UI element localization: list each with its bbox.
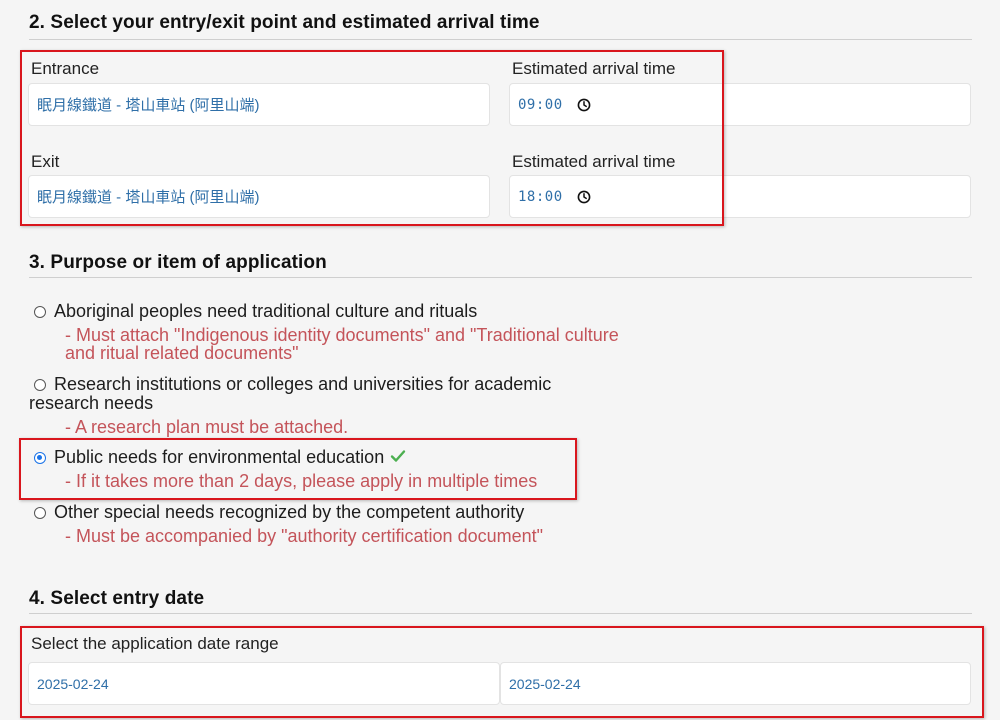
purpose-option-label: Other special needs recognized by the co… — [54, 502, 525, 522]
section-4-divider — [29, 613, 972, 614]
entrance-select[interactable]: 眠月線鐵道 - 塔山車站 (阿里山端) — [28, 83, 490, 126]
section-2-divider — [29, 39, 972, 40]
radio-button[interactable] — [34, 306, 46, 318]
exit-label: Exit — [31, 152, 60, 171]
exit-time-value: 18:00 — [518, 188, 563, 205]
clock-icon[interactable] — [577, 190, 591, 204]
start-date-input[interactable]: 2025-02-24 — [28, 662, 500, 705]
purpose-option-aboriginal[interactable]: Aboriginal peoples need traditional cult… — [29, 302, 629, 362]
purpose-option-note: - If it takes more than 2 days, please a… — [65, 471, 538, 491]
purpose-option-note: - Must be accompanied by "authority cert… — [65, 526, 544, 546]
purpose-option-label: Public needs for environmental education — [54, 447, 385, 467]
clock-icon[interactable] — [577, 98, 591, 112]
end-date-input[interactable]: 2025-02-24 — [500, 662, 971, 705]
exit-time-label: Estimated arrival time — [512, 152, 676, 171]
radio-button[interactable] — [34, 507, 46, 519]
entrance-label: Entrance — [31, 59, 100, 78]
radio-button[interactable] — [34, 379, 46, 391]
entrance-time-label: Estimated arrival time — [512, 59, 676, 78]
radio-button-selected[interactable] — [34, 452, 46, 464]
section-3-title: 3. Purpose or item of application — [29, 252, 327, 273]
section-4-title: 4. Select entry date — [29, 588, 205, 609]
entrance-value: 眠月線鐵道 - 塔山車站 (阿里山端) — [37, 97, 260, 114]
exit-value: 眠月線鐵道 - 塔山車站 (阿里山端) — [37, 189, 260, 206]
purpose-option-note: - A research plan must be attached. — [65, 417, 349, 437]
purpose-option-research[interactable]: Research institutions or colleges and un… — [29, 374, 609, 437]
exit-select[interactable]: 眠月線鐵道 - 塔山車站 (阿里山端) — [28, 175, 490, 218]
section-3-divider — [29, 277, 972, 278]
exit-time-input[interactable]: 18:00 — [509, 175, 971, 218]
application-form: 2. Select your entry/exit point and esti… — [0, 0, 1000, 720]
entrance-time-input[interactable]: 09:00 — [509, 83, 971, 126]
purpose-option-label: Aboriginal peoples need traditional cult… — [54, 301, 478, 321]
entrance-time-value: 09:00 — [518, 96, 563, 113]
section-2-title: 2. Select your entry/exit point and esti… — [29, 12, 540, 33]
start-date-value: 2025-02-24 — [37, 675, 109, 692]
purpose-option-other[interactable]: Other special needs recognized by the co… — [29, 503, 629, 545]
purpose-option-label: Research institutions or colleges and un… — [29, 374, 552, 413]
purpose-option-environmental-education[interactable]: Public needs for environmental education… — [29, 448, 629, 490]
purpose-option-note: - Must attach "Indigenous identity docum… — [65, 325, 619, 363]
date-range-label: Select the application date range — [31, 634, 279, 653]
check-icon — [391, 450, 406, 462]
end-date-value: 2025-02-24 — [509, 675, 581, 692]
